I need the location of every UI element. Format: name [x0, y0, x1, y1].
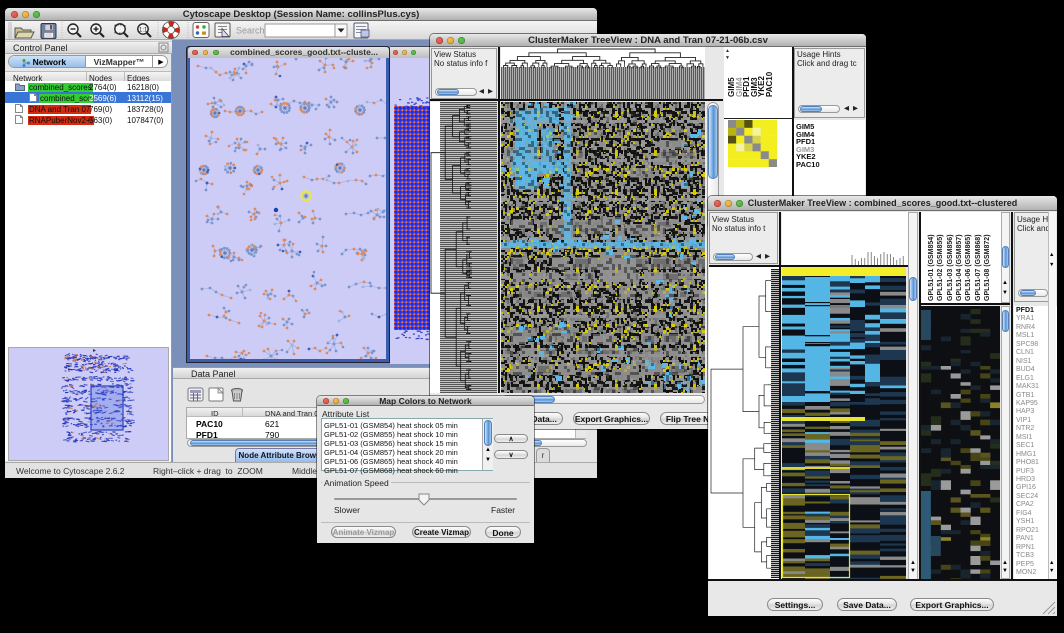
svg-text:1:1: 1:1: [139, 28, 148, 34]
svg-text:Search:: Search:: [236, 26, 267, 36]
